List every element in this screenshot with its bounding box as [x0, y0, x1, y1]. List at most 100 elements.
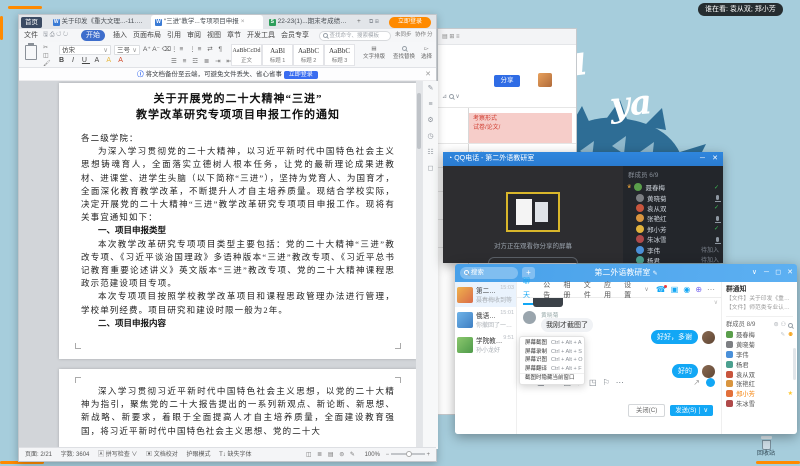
zoom-level[interactable]: 100%	[365, 452, 380, 458]
win2-collaborator-avatar[interactable]	[538, 73, 552, 87]
wps-writer-window[interactable]: 首页 W 关于印发《重大文理...-11.11(3) W “三进”教学...专项…	[18, 14, 438, 462]
call-member-row[interactable]: 李伟 待加入	[623, 244, 723, 255]
outgoing-message-bubble[interactable]: 好好，多谢	[651, 330, 698, 344]
send-options-chevron[interactable]: ∨	[699, 406, 708, 414]
conversation-item[interactable]: 学院教学管理群9:51 孙小龙好	[455, 332, 516, 357]
incoming-message-bubble[interactable]: 我刚才截图了	[541, 318, 593, 332]
wps-home-tab[interactable]: 首页	[21, 16, 42, 28]
font-style-buttons[interactable]: B I U A A A	[59, 57, 126, 64]
call-member-row[interactable]: 朱冰雪	[623, 234, 723, 244]
window-layout-icons[interactable]: ⧉ ⊞	[365, 15, 383, 29]
menu-page-layout[interactable]: 页面布局	[133, 29, 161, 42]
voice-input-icon[interactable]	[706, 377, 715, 387]
ellipsis-icon[interactable]: ⋯	[707, 285, 715, 294]
star-icon[interactable]: ★	[788, 390, 793, 397]
status-word-count[interactable]: 字数: 3604	[61, 452, 90, 458]
scrollbar-thumb[interactable]	[417, 93, 421, 149]
close-chat-button[interactable]: 关闭(C)	[628, 403, 666, 417]
call-member-row[interactable]: 张艳红	[623, 213, 723, 223]
edit-title-icon[interactable]: ✎	[653, 271, 658, 277]
expand-icon[interactable]: ↗	[693, 378, 700, 387]
font-size-select[interactable]: 三号 ∨	[114, 45, 140, 55]
call-member-row[interactable]: 杨君 待加入	[623, 255, 723, 263]
win2-zoom-controls[interactable]: ⊿ ∨	[442, 93, 460, 100]
ellipsis-icon[interactable]: ⋯	[616, 378, 624, 387]
call-title-bar[interactable]: ◔ QQ电话 - 第二外语教研室 ─ ✕	[443, 152, 723, 166]
member-row[interactable]: 李伟	[726, 350, 793, 360]
style-heading1[interactable]: AaBl 标题 1	[262, 44, 293, 66]
list-buttons[interactable]: ⋮≡ ⋮≡ ⇄ ¶	[171, 45, 224, 53]
avatar[interactable]	[523, 311, 536, 324]
minimize-icon[interactable]: ─	[700, 152, 705, 166]
notice-login-button[interactable]: 立即登录	[283, 71, 318, 79]
wps-login-button[interactable]: 立即登录	[389, 16, 431, 28]
zoom-slider[interactable]	[390, 451, 425, 458]
chevron-down-icon[interactable]: ∨	[644, 286, 648, 293]
call-shared-screen-area[interactable]: 对方正在观看你分享的屏幕	[443, 166, 623, 263]
member-row[interactable]: 袁从双	[726, 369, 793, 379]
more-apps-icon[interactable]: ⊕	[695, 285, 702, 294]
tab-announcement[interactable]: 公告	[543, 280, 556, 300]
call-member-row[interactable]: ♛ 聂春梅 ✓	[623, 182, 723, 192]
cut-copy-painter-icons[interactable]: ✂ ◫ 🖌	[43, 44, 51, 68]
document-page-2[interactable]: 深入学习贯彻习近平新时代中国特色社会主义思想，以党的二十大精神为指引，聚焦党的二…	[59, 369, 417, 449]
call-controls-partial[interactable]	[488, 257, 578, 263]
tool-find-replace[interactable]: 查找替换	[393, 45, 415, 61]
mute-all-icon[interactable]: ⊜	[774, 320, 779, 330]
menu-references[interactable]: 引用	[167, 29, 181, 42]
call-member-row[interactable]: 袁从双 ✓	[623, 203, 723, 213]
voice-call-icon[interactable]: ☎	[656, 285, 667, 294]
conversation-item[interactable]: 俄语教学群15:01 你撤回了一条消息	[455, 307, 516, 332]
qq-call-window[interactable]: ◔ QQ电话 - 第二外语教研室 ─ ✕ 对方正在观看你分享的屏幕 群成员 6/…	[443, 152, 723, 263]
menu-dev-tools[interactable]: 开发工具	[247, 29, 275, 42]
menu-file[interactable]: 文件	[24, 29, 38, 42]
close-icon[interactable]: ✕	[712, 152, 718, 166]
video-call-icon[interactable]: ▣	[671, 285, 679, 294]
search-member-icon[interactable]	[788, 322, 793, 328]
member-profile-icon[interactable]: ⚉	[788, 332, 793, 338]
menu-insert[interactable]: 插入	[113, 29, 127, 42]
panel-scrollbar[interactable]	[793, 348, 796, 380]
menu-item-screen-translate[interactable]: 屏幕翻译 Ctrl + Alt + F	[520, 365, 584, 374]
close-notice-icon[interactable]: ✕	[425, 68, 431, 81]
wps-side-panel-strip[interactable]: ✎ ≡ ⚙ ◷ ☷ ◻	[422, 81, 438, 449]
style-normal[interactable]: AaBbCcDd 正文	[231, 44, 262, 66]
shake-icon[interactable]: ⚐	[603, 378, 610, 387]
style-heading3[interactable]: AaBbC 标题 3	[324, 44, 355, 66]
view-mode-icons[interactable]: ◫ ≣ ▤ ⊜ ✎	[306, 452, 357, 458]
menu-section[interactable]: 章节	[227, 29, 241, 42]
call-member-row[interactable]: 黄晓菊	[623, 192, 723, 203]
group-notice-header[interactable]: 群通知	[726, 285, 793, 295]
status-proofread[interactable]: ▣ 文档校对	[146, 452, 178, 458]
menu-item-hide-window[interactable]: 截图时隐藏当前窗口	[520, 373, 584, 382]
zoom-out-icon[interactable]: −	[386, 452, 390, 458]
status-view-zoom-controls[interactable]: ◫ ≣ ▤ ⊜ ✎ 100% − +	[306, 448, 430, 462]
member-row[interactable]: 聂春梅 ✎ ⚉	[726, 330, 793, 340]
menu-item-screenshot[interactable]: 屏幕截图 Ctrl + Alt + A	[520, 339, 584, 348]
style-heading2[interactable]: AaBbC 标题 2	[293, 44, 324, 66]
close-tab-icon[interactable]: ×	[241, 15, 245, 29]
wps-doc-tab-2-active[interactable]: W “三进”教学...专项项目申报 ×	[151, 15, 263, 29]
font-grow-shrink-buttons[interactable]: A⁺ A⁻ ⌫	[143, 45, 171, 53]
send-button[interactable]: 发送(S) ∨	[670, 404, 713, 416]
call-member-row[interactable]: 郑小芳 ✓	[623, 224, 723, 234]
group-notice-file[interactable]: 【文件】师范类专业认证基本知…	[726, 304, 793, 313]
paragraph-align-buttons[interactable]: ☰ ≡ ☲ ≣ ⇥ ⇤	[171, 57, 234, 65]
document-page-1[interactable]: 关于开展党的二十大精神“三进” 教学改革研究专项项目申报工作的通知 各二级学院：…	[59, 83, 417, 359]
zoom-in-icon[interactable]: +	[426, 452, 430, 458]
member-row[interactable]: 黄晓菊	[726, 340, 793, 350]
collaborate-button[interactable]: 协作	[415, 29, 426, 42]
menu-review[interactable]: 审阅	[187, 29, 201, 42]
tool-select[interactable]: ▻ 选择	[421, 45, 432, 61]
image-message-partial[interactable]	[533, 298, 563, 307]
document-canvas[interactable]: 关于开展党的二十大精神“三进” 教学改革研究专项项目申报工作的通知 各二级学院：…	[19, 81, 438, 449]
win2-highlighted-cell[interactable]: 考察形式 试卷/论文/	[469, 113, 572, 143]
tab-apps[interactable]: 应用	[604, 280, 617, 300]
paste-button[interactable]	[25, 45, 37, 60]
styles-gallery[interactable]: AaBbCcDd 正文 AaBl 标题 1 AaBbC 标题 2 AaBbC 标题 3	[231, 44, 357, 66]
member-row[interactable]: 郑小芳 ★	[726, 389, 793, 399]
tab-settings[interactable]: 设置	[624, 280, 637, 300]
edit-icon[interactable]: ✎	[780, 332, 785, 338]
avatar[interactable]	[702, 330, 715, 344]
minimize-icon[interactable]: ─	[764, 264, 769, 282]
